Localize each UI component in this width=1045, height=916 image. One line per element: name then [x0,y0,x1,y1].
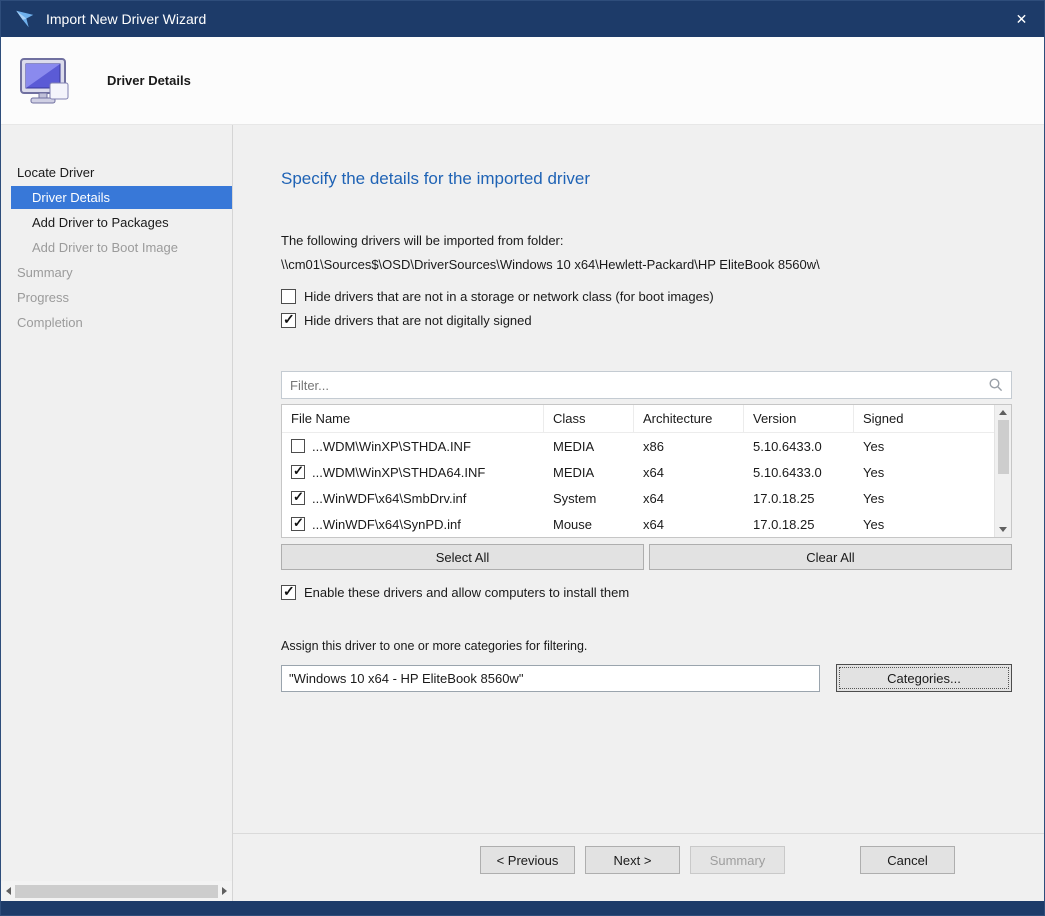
architecture-cell: x64 [634,465,744,480]
signed-cell: Yes [854,465,994,480]
close-button[interactable]: ✕ [999,1,1044,37]
file-name-cell: ...WinWDF\x64\SynPD.inf [312,517,461,532]
category-field[interactable] [281,665,820,692]
enable-drivers-checkbox-label: Enable these drivers and allow computers… [304,585,629,600]
folder-path-text: \\cm01\Sources$\OSD\DriverSources\Window… [281,257,1012,272]
scroll-left-arrow-icon[interactable] [6,887,11,895]
signed-cell: Yes [854,439,994,454]
column-header-architecture[interactable]: Architecture [634,405,744,432]
class-cell: MEDIA [544,465,634,480]
hide-unsigned-checkbox-row[interactable]: Hide drivers that are not digitally sign… [281,313,1012,328]
class-cell: System [544,491,634,506]
scroll-down-arrow-icon[interactable] [999,527,1007,532]
sidebar-item-driver-details[interactable]: Driver Details [11,186,232,209]
row-checkbox[interactable] [291,517,305,531]
next-button[interactable]: Next > [585,846,680,874]
filter-input[interactable] [290,378,988,393]
table-vertical-scrollbar[interactable] [994,405,1011,537]
signed-cell: Yes [854,491,994,506]
footer-button-bar: < Previous Next > Summary Cancel [233,833,1044,881]
table-row[interactable]: ...WDM\WinXP\STHDA.INF MEDIA x86 5.10.64… [282,433,994,459]
table-button-row: Select All Clear All [281,544,1012,570]
version-cell: 17.0.18.25 [744,491,854,506]
scroll-up-arrow-icon[interactable] [999,410,1007,415]
driver-table-main: File Name Class Architecture Version Sig… [282,405,994,537]
titlebar: Import New Driver Wizard ✕ [1,1,1044,37]
enable-drivers-checkbox-row[interactable]: Enable these drivers and allow computers… [281,585,1012,600]
window-bottom-strip [1,901,1044,915]
driver-table: File Name Class Architecture Version Sig… [281,404,1012,538]
header-title: Driver Details [107,73,191,88]
sidebar-item-summary[interactable]: Summary [1,261,232,284]
wizard-icon [14,8,36,30]
sidebar-item-add-driver-to-packages[interactable]: Add Driver to Packages [1,211,232,234]
cancel-button[interactable]: Cancel [860,846,955,874]
import-new-driver-wizard-window: Import New Driver Wizard ✕ Driver Detail… [0,0,1045,916]
filter-box [281,371,1012,399]
window-title: Import New Driver Wizard [46,11,206,27]
categories-button[interactable]: Categories... [836,664,1012,692]
column-header-version[interactable]: Version [744,405,854,432]
sidebar-item-progress[interactable]: Progress [1,286,232,309]
row-checkbox[interactable] [291,465,305,479]
driver-table-header: File Name Class Architecture Version Sig… [282,405,994,433]
table-row[interactable]: ...WinWDF\x64\SmbDrv.inf System x64 17.0… [282,485,994,511]
page-title: Specify the details for the imported dri… [281,169,1012,189]
enable-drivers-checkbox[interactable] [281,585,296,600]
vertical-scroll-thumb[interactable] [998,420,1009,474]
signed-cell: Yes [854,517,994,532]
hide-storage-checkbox-row[interactable]: Hide drivers that are not in a storage o… [281,289,1012,304]
row-checkbox[interactable] [291,491,305,505]
hide-unsigned-checkbox[interactable] [281,313,296,328]
sidebar: Locate Driver Driver Details Add Driver … [1,125,233,881]
row-checkbox[interactable] [291,439,305,453]
class-cell: Mouse [544,517,634,532]
horizontal-scroll-thumb[interactable] [15,885,218,898]
architecture-cell: x86 [634,439,744,454]
class-cell: MEDIA [544,439,634,454]
column-header-file-name[interactable]: File Name [282,405,544,432]
hide-storage-checkbox-label: Hide drivers that are not in a storage o… [304,289,714,304]
wizard-body: Locate Driver Driver Details Add Driver … [1,125,1044,881]
category-row: Categories... [281,664,1012,692]
table-row[interactable]: ...WDM\WinXP\STHDA64.INF MEDIA x64 5.10.… [282,459,994,485]
search-icon [988,377,1004,393]
previous-button[interactable]: < Previous [480,846,575,874]
folder-intro-text: The following drivers will be imported f… [281,233,1012,248]
file-name-cell: ...WDM\WinXP\STHDA.INF [312,439,471,454]
column-header-class[interactable]: Class [544,405,634,432]
clear-all-button[interactable]: Clear All [649,544,1012,570]
content-area: Specify the details for the imported dri… [233,125,1044,881]
summary-button[interactable]: Summary [690,846,785,874]
sidebar-item-completion[interactable]: Completion [1,311,232,334]
hide-storage-checkbox[interactable] [281,289,296,304]
version-cell: 5.10.6433.0 [744,465,854,480]
column-header-signed[interactable]: Signed [854,405,994,432]
driver-monitor-icon [19,56,71,106]
file-name-cell: ...WDM\WinXP\STHDA64.INF [312,465,485,480]
architecture-cell: x64 [634,491,744,506]
content-inner: Specify the details for the imported dri… [233,125,1044,833]
sidebar-horizontal-scrollbar[interactable] [1,881,233,901]
table-row[interactable]: ...WinWDF\x64\SynPD.inf Mouse x64 17.0.1… [282,511,994,537]
assign-category-label: Assign this driver to one or more catego… [281,639,1012,653]
wizard-header: Driver Details [1,37,1044,125]
version-cell: 17.0.18.25 [744,517,854,532]
sidebar-item-locate-driver[interactable]: Locate Driver [1,161,232,184]
select-all-button[interactable]: Select All [281,544,644,570]
hide-unsigned-checkbox-label: Hide drivers that are not digitally sign… [304,313,532,328]
scroll-right-arrow-icon[interactable] [222,887,227,895]
architecture-cell: x64 [634,517,744,532]
sidebar-item-add-driver-to-boot-image[interactable]: Add Driver to Boot Image [1,236,232,259]
version-cell: 5.10.6433.0 [744,439,854,454]
file-name-cell: ...WinWDF\x64\SmbDrv.inf [312,491,466,506]
bottom-bar [1,881,1044,901]
